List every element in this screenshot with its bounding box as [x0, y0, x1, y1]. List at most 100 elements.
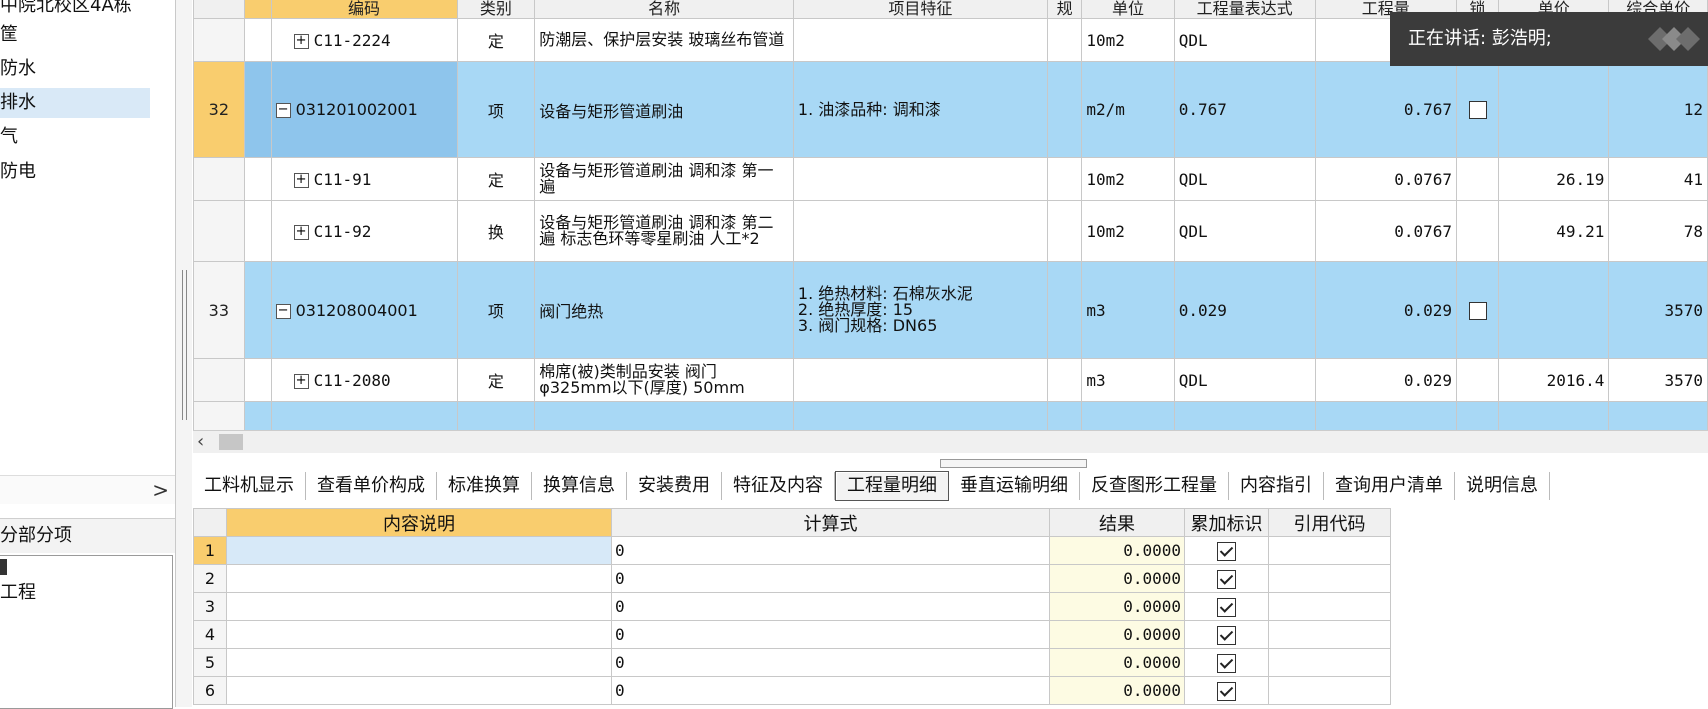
formula-cell[interactable]: 0 [611, 676, 1050, 705]
tab-material-display[interactable]: 工料机显示 [193, 472, 306, 500]
unit-total-cell[interactable]: 3570 [1608, 261, 1708, 359]
row-number[interactable]: 3 [193, 592, 227, 621]
formula-cell[interactable]: 0 [611, 536, 1050, 565]
tree-item-gas[interactable]: 气 [0, 122, 18, 152]
price-cell[interactable]: 26.19 [1498, 157, 1610, 201]
qty-cell[interactable]: 0.029 [1314, 358, 1458, 402]
qty-cell[interactable] [1314, 401, 1458, 430]
price-cell[interactable]: 49.21 [1498, 200, 1610, 262]
unit-cell[interactable]: m3 [1081, 358, 1175, 402]
tree-item-project[interactable]: 中院北校区4A栋 [0, 0, 132, 21]
feature-cell[interactable] [792, 157, 1048, 201]
unit-total-cell[interactable]: 78 [1608, 200, 1708, 262]
header-unit[interactable]: 单位 [1081, 0, 1175, 19]
tab-features[interactable]: 特征及内容 [722, 472, 835, 500]
qty-cell[interactable]: 0.767 [1314, 61, 1458, 158]
header-category[interactable]: 类别 [456, 0, 536, 19]
spec-cell[interactable] [1046, 358, 1083, 402]
table-row[interactable]: 33 −031208004001 项 阀门绝热 1. 绝热材料: 石棉灰水泥 2… [193, 261, 1708, 359]
lock-cell[interactable] [1455, 261, 1500, 359]
name-cell[interactable]: 设备与矩形管道刷油 [534, 61, 794, 158]
feature-cell[interactable]: 1. 绝热材料: 石棉灰水泥 2. 绝热厚度: 15 3. 阀门规格: DN65 [792, 261, 1048, 359]
unit-total-cell[interactable]: 3570 [1608, 358, 1708, 402]
tab-price-composition[interactable]: 查看单价构成 [306, 472, 437, 500]
name-cell[interactable]: 设备与矩形管道刷油 调和漆 第二遍 标志色环等零星刷油 人工*2 [534, 200, 794, 262]
feature-cell[interactable]: 1. 油漆品种: 调和漆 [792, 61, 1048, 158]
spec-cell[interactable] [1046, 157, 1083, 201]
name-cell[interactable] [534, 401, 794, 430]
price-cell[interactable]: 2016.4 [1498, 358, 1610, 402]
splitter-grip[interactable] [182, 270, 187, 420]
unit-cell[interactable]: 10m2 [1081, 200, 1175, 262]
row-number[interactable]: 2 [193, 564, 227, 593]
feature-cell[interactable] [792, 401, 1048, 430]
desc-cell[interactable] [226, 536, 612, 565]
tab-standard-conversion[interactable]: 标准换算 [437, 472, 532, 500]
header-name[interactable]: 名称 [534, 0, 794, 19]
expr-cell[interactable] [1173, 401, 1316, 430]
unit-cell[interactable]: m3 [1081, 261, 1175, 359]
tree-item-drainage[interactable]: 排水 [0, 88, 150, 118]
scroll-left-icon[interactable]: ‹ [197, 431, 204, 453]
lock-checkbox[interactable] [1468, 101, 1487, 120]
row-number[interactable] [193, 358, 245, 402]
feature-cell[interactable] [792, 358, 1048, 402]
code-cell[interactable] [270, 401, 458, 430]
tab-quantity-detail[interactable]: 工程量明细 [835, 471, 949, 501]
accum-checkbox[interactable] [1217, 541, 1236, 561]
ref-code-cell[interactable] [1268, 648, 1391, 677]
header-desc[interactable]: 内容说明 [226, 508, 612, 537]
lock-cell[interactable] [1455, 401, 1500, 430]
formula-cell[interactable]: 0 [611, 648, 1050, 677]
table-row[interactable]: + C11-92 换 设备与矩形管道刷油 调和漆 第二遍 标志色环等零星刷油 人工… [193, 200, 1708, 262]
ref-code-cell[interactable] [1268, 536, 1391, 565]
unit-total-cell[interactable]: 12 [1608, 61, 1708, 158]
accum-checkbox[interactable] [1217, 625, 1236, 645]
expand-plus-icon[interactable]: + [293, 172, 309, 188]
accum-cell[interactable] [1184, 648, 1269, 677]
accum-checkbox[interactable] [1217, 597, 1236, 617]
row-number[interactable]: 5 [193, 648, 227, 677]
lock-cell[interactable] [1455, 61, 1500, 158]
expr-cell[interactable]: 0.767 [1173, 61, 1316, 158]
tab-content-guide[interactable]: 内容指引 [1229, 472, 1324, 500]
tree-item-engineering[interactable]: 工程 [0, 578, 36, 604]
expr-cell[interactable]: 0.029 [1173, 261, 1316, 359]
tree-item-lightning[interactable]: 防电 [0, 157, 36, 187]
spec-cell[interactable] [1046, 61, 1083, 158]
table-row[interactable]: 32 −031201002001 项 设备与矩形管道刷油 1. 油漆品种: 调和… [193, 61, 1708, 158]
header-ref-code[interactable]: 引用代码 [1268, 508, 1391, 537]
header-formula[interactable]: 计算式 [611, 508, 1050, 537]
accum-checkbox[interactable] [1217, 681, 1236, 701]
name-cell[interactable]: 棉席(被)类制品安装 阀门φ325mm以下(厚度) 50mm [534, 358, 794, 402]
row-number[interactable]: 32 [193, 61, 245, 158]
row-number[interactable]: 6 [193, 676, 227, 705]
expand-plus-icon[interactable]: + [293, 33, 309, 49]
row-number[interactable] [193, 200, 245, 262]
panel-splitter[interactable] [176, 0, 192, 707]
pane-resize-handle[interactable] [940, 459, 1087, 468]
tree-item-waterproof[interactable]: 防水 [0, 54, 36, 84]
code-cell[interactable]: + C11-2080 [270, 358, 458, 402]
table-row[interactable]: 1 0 0.0000 [193, 536, 1391, 565]
code-cell[interactable]: + C11-2224 [270, 18, 458, 62]
tab-user-list[interactable]: 查询用户清单 [1324, 472, 1455, 500]
desc-cell[interactable] [226, 592, 612, 621]
accum-cell[interactable] [1184, 620, 1269, 649]
table-row[interactable]: 5 0 0.0000 [193, 648, 1391, 677]
category-cell[interactable]: 项 [456, 61, 536, 158]
expr-cell[interactable]: QDL [1173, 358, 1316, 402]
main-grid-hscrollbar[interactable]: ‹ [193, 430, 1708, 453]
ref-code-cell[interactable] [1268, 564, 1391, 593]
spec-cell[interactable] [1046, 200, 1083, 262]
desc-cell[interactable] [226, 648, 612, 677]
ref-code-cell[interactable] [1268, 592, 1391, 621]
unit-cell[interactable]: m2/m [1081, 61, 1175, 158]
name-cell[interactable]: 防潮层、保护层安装 玻璃丝布管道 [534, 18, 794, 62]
category-cell[interactable]: 项 [456, 261, 536, 359]
row-number[interactable] [193, 18, 245, 62]
collapse-minus-icon[interactable]: − [275, 303, 291, 319]
name-cell[interactable]: 设备与矩形管道刷油 调和漆 第一遍 [534, 157, 794, 201]
ref-code-cell[interactable] [1268, 620, 1391, 649]
expand-plus-icon[interactable]: + [293, 224, 309, 240]
